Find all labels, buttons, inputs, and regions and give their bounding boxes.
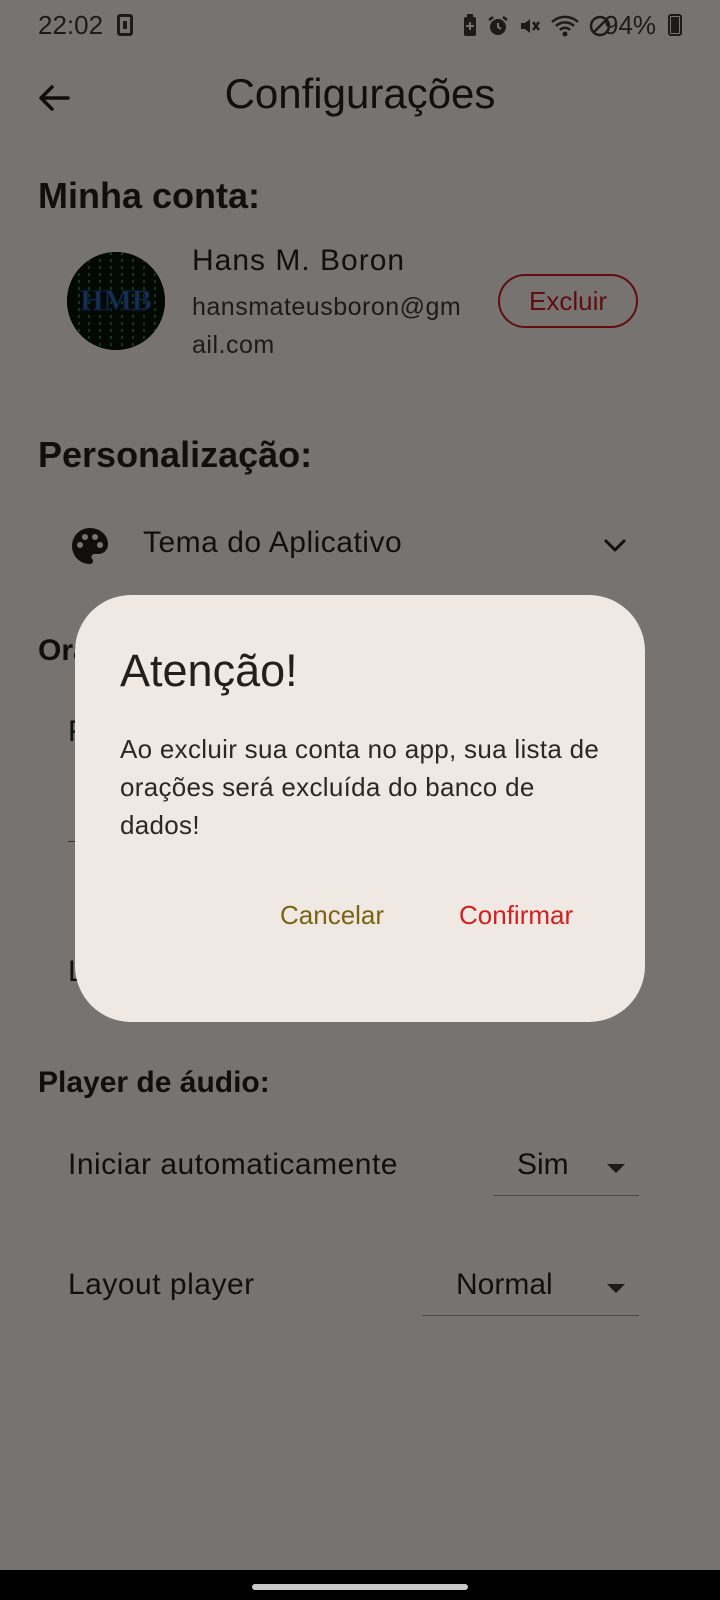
confirm-delete-dialog: Atenção! Ao excluir sua conta no app, su… [75,595,645,1022]
cancel-button[interactable]: Cancelar [280,900,384,931]
home-gesture-handle[interactable] [252,1584,468,1590]
dialog-message: Ao excluir sua conta no app, sua lista d… [120,734,600,840]
dialog-title: Atenção! [120,645,298,696]
confirm-button[interactable]: Confirmar [459,900,573,931]
